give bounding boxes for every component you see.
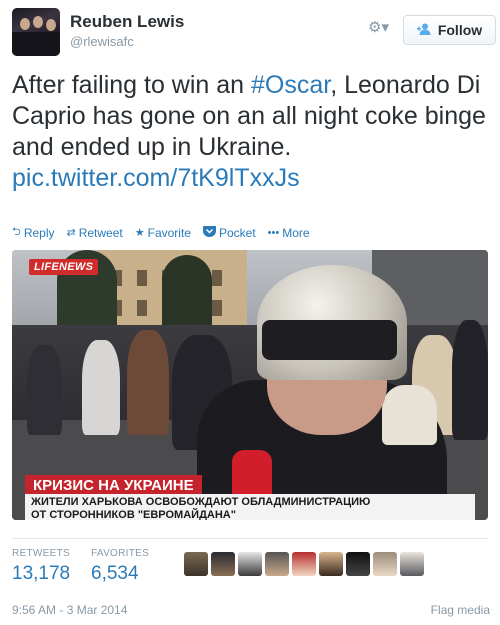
favoriter-avatar[interactable] <box>319 552 343 576</box>
favoriter-avatar[interactable] <box>238 552 262 576</box>
user-handle[interactable]: @rlewisafc <box>70 34 134 49</box>
user-name[interactable]: Reuben Lewis <box>70 12 184 32</box>
follow-button[interactable]: Follow <box>403 15 496 45</box>
favoriter-avatars <box>184 552 424 576</box>
avatar[interactable] <box>12 8 60 56</box>
favoriter-avatar[interactable] <box>211 552 235 576</box>
retweets-stat[interactable]: RETWEETS 13,178 <box>12 548 70 585</box>
news-banner-title: КРИЗИС НА УКРАИНЕ <box>25 475 202 496</box>
favoriter-avatar[interactable] <box>373 552 397 576</box>
retweet-icon: ⇄ <box>66 227 76 239</box>
news-banner-line: ЖИТЕЛИ ХАРЬКОВА ОСВОБОЖДАЮТ ОБЛАДМИНИСТР… <box>31 496 371 508</box>
tweet-text: After failing to win an #Oscar, Leonardo… <box>12 70 490 194</box>
retweet-label: Retweet <box>78 225 123 240</box>
hashtag-link[interactable]: #Oscar <box>251 71 330 99</box>
retweets-count: 13,178 <box>12 563 71 584</box>
gear-icon[interactable]: ⚙▾ <box>368 18 389 36</box>
news-banner-line: ОТ СТОРОННИКОВ "ЕВРОМАЙДАНА" <box>31 509 236 520</box>
reply-icon: ⮌ <box>12 226 21 238</box>
channel-logo: LIFENEWS <box>29 259 99 275</box>
tweet-timestamp[interactable]: 9:56 AM - 3 Mar 2014 <box>12 603 127 617</box>
favorites-label: FAVORITES <box>91 548 150 559</box>
star-icon: ★ <box>134 227 145 239</box>
favorites-stat[interactable]: FAVORITES 6,534 <box>91 548 149 585</box>
divider <box>12 538 488 539</box>
media-photo[interactable]: LIFENEWS КРИЗИС НА УКРАИНЕ ЖИТЕЛИ ХАРЬКО… <box>12 250 488 520</box>
reply-label: Reply <box>23 225 55 240</box>
photo-person <box>82 340 120 435</box>
tweet-actions: ⮌ Reply ⇄ Retweet ★ Favorite Pocket ••• … <box>12 223 310 242</box>
tweet-text-before: After failing to win an <box>12 71 252 99</box>
news-banner-subtitle: ЖИТЕЛИ ХАРЬКОВА ОСВОБОЖДАЮТ ОБЛАДМИНИСТР… <box>25 494 475 520</box>
favoriter-avatar[interactable] <box>346 552 370 576</box>
favoriter-avatar[interactable] <box>265 552 289 576</box>
flag-media-link[interactable]: Flag media <box>431 603 490 617</box>
more-dots-icon: ••• <box>267 226 280 239</box>
media-link[interactable]: pic.twitter.com/7tK9lTxxJs <box>12 164 300 192</box>
photo-man-collar <box>382 385 437 445</box>
photo-person <box>127 330 169 435</box>
pocket-label: Pocket <box>218 225 256 240</box>
more-action[interactable]: ••• More <box>268 223 310 242</box>
photo-beanie <box>262 320 397 360</box>
photo-person <box>452 320 488 440</box>
favorite-action[interactable]: ★ Favorite <box>135 223 191 242</box>
retweet-action[interactable]: ⇄ Retweet <box>67 223 123 242</box>
pocket-action[interactable]: Pocket <box>202 223 256 242</box>
favoriter-avatar[interactable] <box>400 552 424 576</box>
favorites-count: 6,534 <box>91 563 139 584</box>
more-label: More <box>282 225 310 240</box>
favorite-label: Favorite <box>147 225 191 240</box>
tweet-stats: RETWEETS 13,178 FAVORITES 6,534 <box>12 548 488 588</box>
favoriter-avatar[interactable] <box>184 552 208 576</box>
retweets-label: RETWEETS <box>12 548 70 559</box>
pocket-icon <box>202 225 216 240</box>
photo-person <box>27 345 62 435</box>
add-person-icon <box>416 23 432 38</box>
favoriter-avatar[interactable] <box>292 552 316 576</box>
reply-action[interactable]: ⮌ Reply <box>12 223 55 242</box>
tweet-header: Reuben Lewis @rlewisafc ⚙▾ Follow <box>10 8 496 58</box>
follow-label: Follow <box>437 22 483 38</box>
